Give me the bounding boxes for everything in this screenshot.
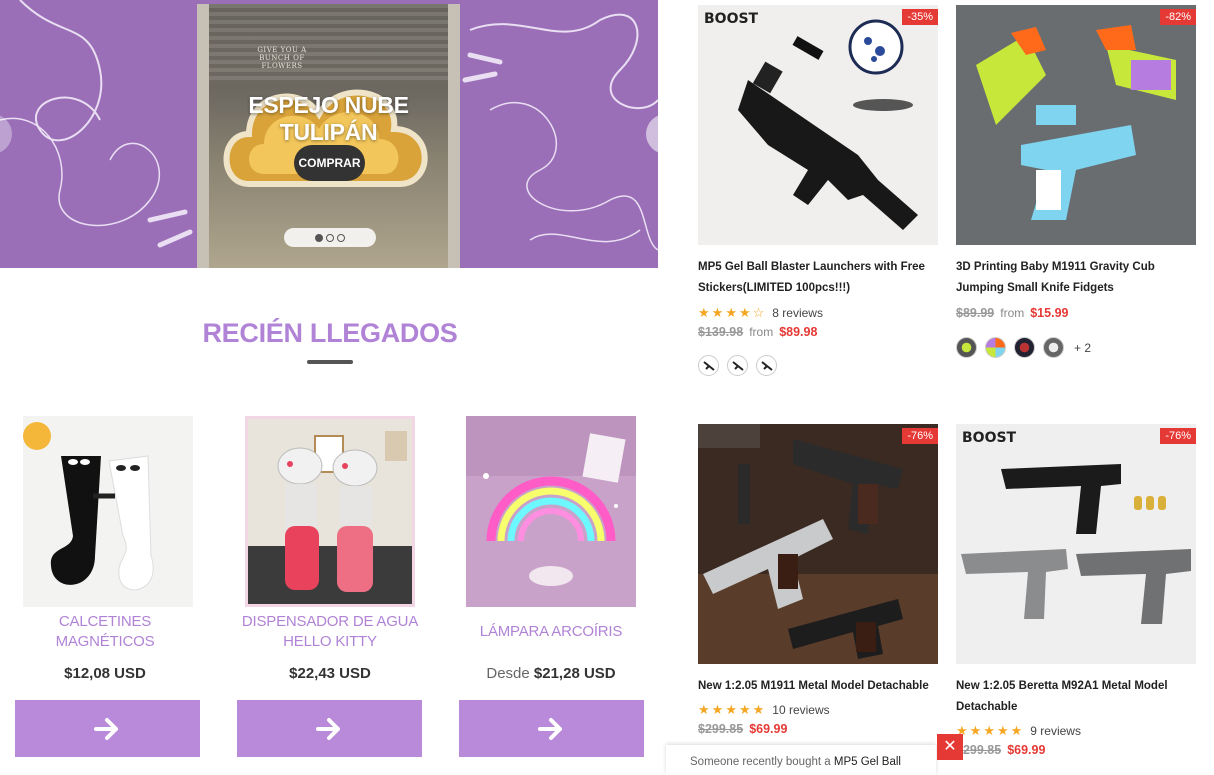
star-icon: ★ [711,702,724,717]
arrival-price: Desde $21,28 USD [486,665,616,682]
product-price: $89.99 from $15.99 [956,306,1069,320]
product-rating: ★ ★ ★ ★ ★ 10 reviews [698,702,830,718]
product-title[interactable]: New 1:2.05 Beretta M92A1 Metal Model Det… [956,676,1196,718]
product-title[interactable]: MP5 Gel Ball Blaster Launchers with Free… [698,257,938,299]
star-icon: ★ [738,702,751,717]
beretta-metal-image[interactable]: BOOST -76% [956,424,1196,664]
discount-badge: -76% [1160,428,1196,444]
carousel-dot-2[interactable] [326,233,334,242]
variant-swatches [698,355,777,376]
arrival-price: $22,43 USD [289,665,371,682]
mp5-blaster-image[interactable]: BOOST -35% [698,5,938,245]
variant-swatch[interactable] [1014,337,1035,358]
variant-swatch[interactable] [727,355,748,376]
variant-swatch[interactable] [956,337,977,358]
carousel-dot-1[interactable] [315,233,323,242]
arrival-price: $12,08 USD [64,665,146,682]
shop-now-button[interactable]: COMPRAR [294,145,365,181]
water-dispenser-image[interactable] [245,416,415,607]
recent-purchase-product[interactable]: MP5 Gel Ball [834,756,901,768]
recent-purchase-prefix: Someone recently bought a [690,756,831,768]
arrival-name[interactable]: DISPENSADOR DE AGUA HELLO KITTY [235,612,425,652]
star-icon: ★ [738,305,751,320]
star-empty-icon: ☆ [752,305,765,320]
brand-logo: BOOST [962,430,1017,446]
product-rating: ★ ★ ★ ★ ☆ 8 reviews [698,305,823,321]
review-count[interactable]: 8 reviews [772,306,823,320]
hero-photo-caption: GIVE YOU A BUNCH OF FLOWERS [257,46,307,70]
rainbow-lamp-image[interactable] [466,416,636,607]
discount-badge: -76% [902,428,938,444]
star-icon: ★ [983,723,995,738]
recent-purchase-popup[interactable]: Someone recently bought a MP5 Gel Ball [666,745,936,775]
product-price: $139.98 from $89.98 [698,325,818,339]
star-icon: ★ [752,702,765,717]
arrow-right-icon [315,717,340,740]
m1911-metal-image[interactable]: -76% [698,424,938,664]
star-icon: ★ [725,305,737,320]
more-variants[interactable]: + 2 [1074,341,1091,355]
carousel-dots [284,228,376,247]
product-title[interactable]: New 1:2.05 M1911 Metal Model Detachable [698,676,938,697]
star-icon: ★ [996,723,1009,738]
variant-swatch[interactable] [985,337,1006,358]
discount-badge: -82% [1160,9,1196,25]
star-icon: ★ [725,702,737,717]
star-icon: ★ [698,305,710,320]
product-price: $299.85 $69.99 [956,743,1046,757]
section-divider [307,360,353,364]
close-icon[interactable]: ✕ [937,734,963,760]
arrival-name[interactable]: LÁMPARA ARCOÍRIS [456,622,646,642]
review-count[interactable]: 9 reviews [1030,724,1081,738]
product-rating: ★ ★ ★ ★ ★ 9 reviews [956,723,1081,739]
variant-swatch[interactable] [756,355,777,376]
variant-swatches: + 2 [956,337,1091,358]
review-count[interactable]: 10 reviews [772,703,829,717]
hero-title: ESPEJO NUBE TULIPÁN [248,92,409,145]
carousel-dot-3[interactable] [337,233,345,242]
arrival-view-button[interactable] [459,700,644,757]
m1911-fidget-image[interactable]: -82% [956,5,1196,245]
arrow-right-icon [93,717,118,740]
arrival-name[interactable]: CALCETINES MAGNÉTICOS [10,612,200,652]
socks-image[interactable] [23,416,193,607]
star-icon: ★ [1010,723,1023,738]
product-title[interactable]: 3D Printing Baby M1911 Gravity Cub Jumpi… [956,257,1196,299]
variant-swatch[interactable] [698,355,719,376]
star-icon: ★ [711,305,724,320]
arrow-right-icon [537,717,562,740]
discount-badge: -35% [902,9,938,25]
variant-swatch[interactable] [1043,337,1064,358]
product-price: $299.85 $69.99 [698,722,788,736]
section-title: RECIÉN LLEGADOS [202,318,458,348]
star-icon: ★ [969,723,982,738]
arrival-view-button[interactable] [237,700,422,757]
star-icon: ★ [698,702,710,717]
arrival-view-button[interactable] [15,700,200,757]
brand-logo: BOOST [704,11,759,27]
